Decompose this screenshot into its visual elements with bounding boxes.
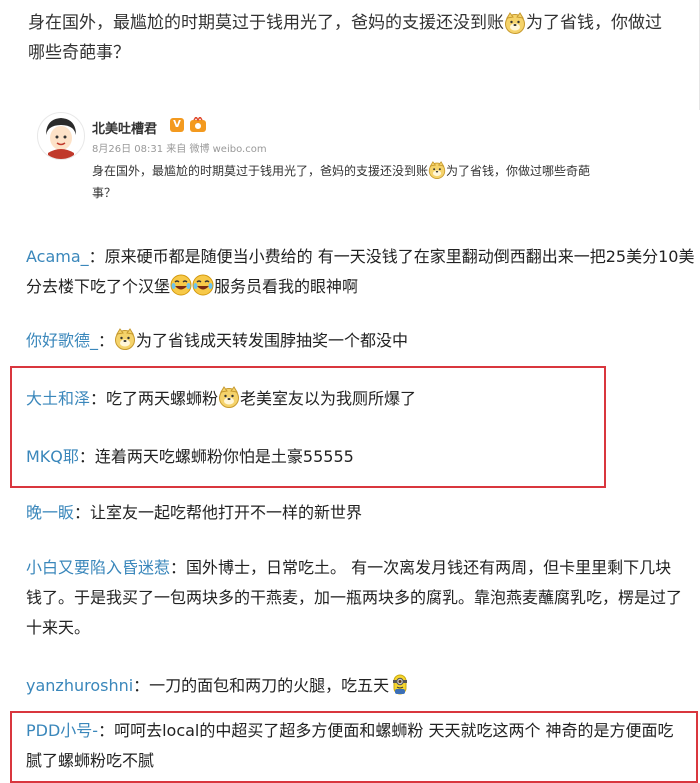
verified-badge: V (170, 118, 184, 132)
author-name[interactable]: 北美吐槽君 (92, 118, 157, 137)
comment-text: ：原来硬币都是随便当小费给的 有一天没钱了在家里翻动倒西翻出来一把25美分10美… (26, 247, 695, 296)
card-body-text: 身在国外，最尴尬的时期莫过于钱用光了，爸妈的支援还没到账 为了省钱，你做过哪些奇葩… (92, 160, 592, 204)
doge-emoji-icon (218, 386, 240, 408)
avatar-cartoon-icon (39, 114, 83, 159)
weibo-quote-card: 北美吐槽君 V 8月26日 08:31 来自 微博 weibo.com 身在国外… (25, 106, 600, 218)
comment-text: ：一刀的面包和两刀的火腿，吃五天 (133, 676, 390, 695)
comment-text: 为了省钱成天转发围脖抽奖一个都没中 (136, 331, 409, 350)
comment-item: MKQ耶：连着两天吃螺蛳粉你怕是土豪55555 (26, 442, 696, 472)
doge-emoji-icon (504, 12, 526, 34)
comment-text: ：呵呵去local的中超买了超多方便面和螺蛳粉 天天就吃这两个 神奇的是方便面吃… (26, 721, 674, 770)
card-body-before: 身在国外，最尴尬的时期莫过于钱用光了，爸妈的支援还没到账 (92, 164, 429, 178)
comment-text-after: 老美室友以为我厕所爆了 (240, 389, 417, 408)
post-meta: 8月26日 08:31 来自 微博 weibo.com (92, 144, 267, 155)
comment-username[interactable]: 大土和泽 (26, 389, 90, 408)
laugh-cry-emoji-icon (170, 274, 192, 296)
comment-username[interactable]: 你好歌德_ (26, 331, 98, 350)
comment-username[interactable]: MKQ耶 (26, 447, 79, 466)
comment-item: PDD小号-：呵呵去local的中超买了超多方便面和螺蛳粉 天天就吃这两个 神奇… (26, 716, 686, 776)
comment-text-after: 服务员看我的眼神啊 (214, 277, 359, 296)
doge-emoji-icon (428, 161, 446, 179)
comment-text: ：连着两天吃螺蛳粉你怕是土豪55555 (78, 447, 354, 466)
member-badge-icon (190, 117, 206, 132)
comment-item: 晚一眅：让室友一起吃帮他打开不一样的新世界 (26, 498, 696, 528)
comment-username[interactable]: yanzhuroshni (26, 676, 133, 695)
comment-item: 大土和泽：吃了两天螺蛳粉 老美室友以为我厕所爆了 (26, 384, 696, 414)
comment-item: 小白又要陷入昏迷惹：国外博士，日常吃土。 有一次离发月钱还有两周，但卡里里剩下几… (26, 553, 686, 643)
comment-item: Acama_：原来硬币都是随便当小费给的 有一天没钱了在家里翻动倒西翻出来一把2… (26, 242, 696, 302)
comment-username[interactable]: 小白又要陷入昏迷惹 (26, 558, 170, 577)
comment-item: 你好歌德_： 为了省钱成天转发围脖抽奖一个都没中 (26, 326, 696, 356)
laugh-cry-emoji-icon (192, 274, 214, 296)
comment-username[interactable]: Acama_ (26, 247, 89, 266)
comment-text: ：吃了两天螺蛳粉 (90, 389, 219, 408)
comment-text: ：让室友一起吃帮他打开不一样的新世界 (74, 503, 363, 522)
post-text-before: 身在国外，最尴尬的时期莫过于钱用光了，爸妈的支援还没到账 (28, 13, 504, 33)
minion-emoji-icon (389, 673, 411, 695)
author-avatar[interactable] (37, 112, 85, 160)
post-question: 身在国外，最尴尬的时期莫过于钱用光了，爸妈的支援还没到账 为了省钱，你做过哪些奇葩… (28, 8, 678, 68)
comment-username[interactable]: 晚一眅 (26, 503, 74, 522)
comment-separator: ： (98, 331, 115, 350)
comment-item: yanzhuroshni：一刀的面包和两刀的火腿，吃五天 (26, 671, 696, 701)
doge-emoji-icon (114, 328, 136, 350)
comment-username[interactable]: PDD小号- (26, 721, 98, 740)
